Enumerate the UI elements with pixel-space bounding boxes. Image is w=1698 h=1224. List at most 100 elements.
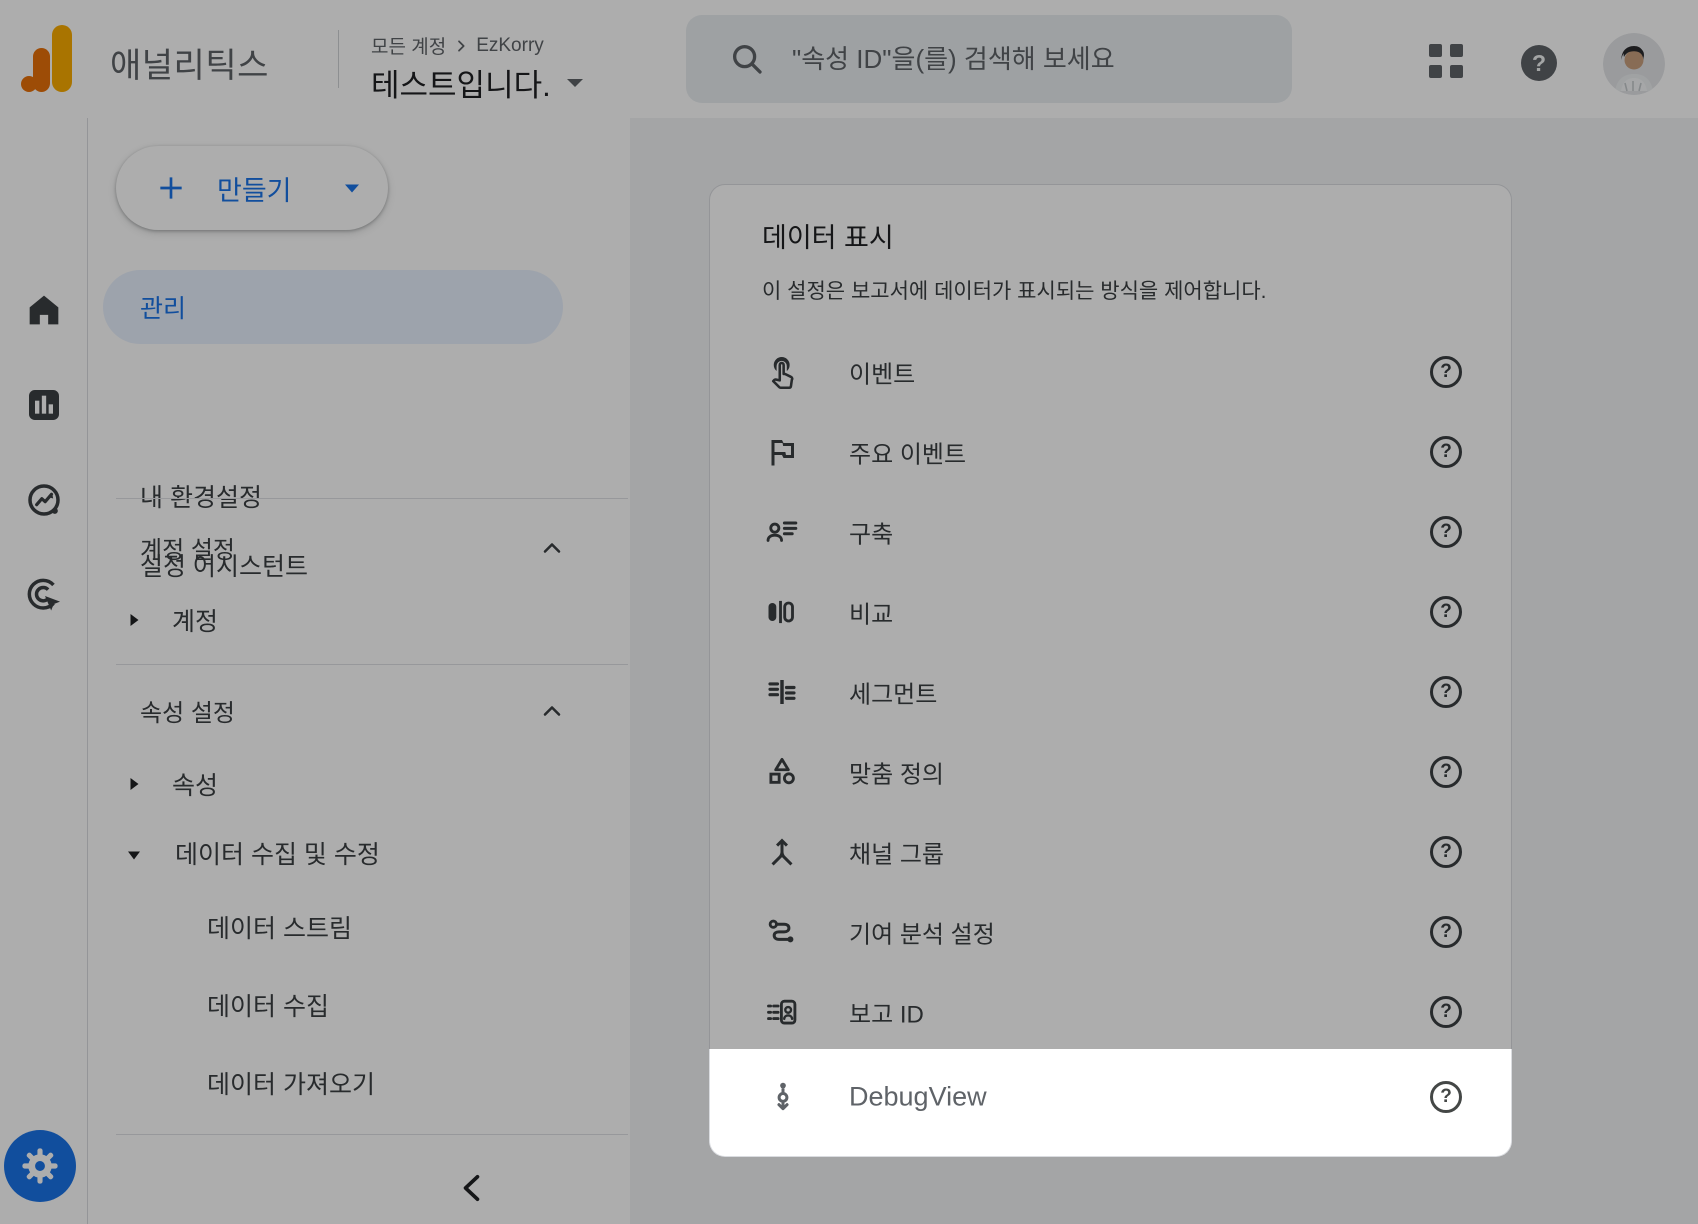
grid-square (1450, 44, 1463, 57)
admin-nav-panel: 만들기 관리 내 환경설정 설정 어시스턴트 계정 설정 계정 속성 설정 속성… (88, 118, 630, 1224)
help-icon[interactable]: ? (1430, 676, 1462, 708)
caret-right-icon[interactable] (126, 776, 142, 792)
settings-rows: 이벤트 ? 주요 이벤트 ? 구축 (710, 332, 1511, 1052)
row-reporting-identity[interactable]: 보고 ID ? (710, 972, 1511, 1052)
header-divider (338, 30, 339, 88)
advertising-icon[interactable] (24, 575, 64, 615)
data-display-card: 데이터 표시 이 설정은 보고서에 데이터가 표시되는 방식을 제어합니다. 이… (709, 184, 1512, 1157)
tree-item-label: 데이터 수집 및 수정 (175, 835, 380, 871)
card-title: 데이터 표시 (762, 216, 894, 255)
row-label: 세그먼트 (849, 675, 937, 710)
compare-icon (764, 594, 800, 630)
create-button[interactable]: 만들기 (116, 146, 388, 230)
tree-item-data-import[interactable]: 데이터 가져오기 (207, 1057, 375, 1109)
grid-square (1429, 44, 1442, 57)
help-icon[interactable]: ? (1430, 996, 1462, 1028)
flag-icon (764, 434, 800, 470)
row-label: 주요 이벤트 (849, 435, 966, 470)
help-icon[interactable]: ? (1430, 596, 1462, 628)
section-account-settings[interactable]: 계정 설정 (140, 521, 235, 573)
grid-square (1450, 65, 1463, 78)
breadcrumb-account[interactable]: EzKorry (476, 35, 544, 57)
tree-item-label: 데이터 가져오기 (207, 1065, 375, 1101)
touch-icon (764, 354, 800, 390)
tree-item-label: 데이터 스트림 (207, 909, 352, 945)
help-icon[interactable]: ? (1430, 516, 1462, 548)
admin-gear-button[interactable] (4, 1130, 76, 1202)
row-label: 보고 ID (849, 995, 924, 1030)
home-icon[interactable] (24, 290, 64, 330)
row-label: 비교 (849, 595, 893, 630)
diagnostics-grid-icon[interactable] (1429, 44, 1463, 78)
tree-item-data-collection[interactable]: 데이터 수집 및 수정 (126, 827, 380, 879)
breadcrumb-all-accounts[interactable]: 모든 계정 (371, 32, 446, 59)
row-debugview-highlighted[interactable]: DebugView ? (709, 1049, 1512, 1157)
help-icon[interactable]: ? (1430, 436, 1462, 468)
row-label: 맞춤 정의 (849, 755, 944, 790)
help-icon[interactable]: ? (1430, 836, 1462, 868)
shapes-icon (764, 754, 800, 790)
grid-square (1429, 65, 1442, 78)
reports-icon[interactable] (24, 385, 64, 425)
row-custom-definitions[interactable]: 맞춤 정의 ? (710, 732, 1511, 812)
explore-icon[interactable] (24, 480, 64, 520)
search-input[interactable] (790, 43, 1270, 76)
nav-divider (116, 664, 628, 665)
reporting-id-icon (764, 994, 800, 1030)
row-channel-groups[interactable]: 채널 그룹 ? (710, 812, 1511, 892)
tree-item-label: 계정 (172, 602, 218, 638)
chevron-up-icon[interactable] (538, 534, 566, 562)
property-name[interactable]: 테스트입니다. (371, 60, 551, 105)
nav-divider (116, 1134, 628, 1135)
product-name: 애널리틱스 (110, 38, 269, 87)
plus-icon (155, 172, 187, 204)
row-label: DebugView (849, 1082, 987, 1113)
search-icon (728, 40, 766, 78)
tree-item-data-streams[interactable]: 데이터 스트림 (207, 901, 352, 953)
create-button-label: 만들기 (217, 169, 292, 208)
nav-item-admin[interactable]: 관리 (103, 270, 563, 344)
chevron-right-icon (453, 38, 469, 54)
row-attribution-settings[interactable]: 기여 분석 설정 ? (710, 892, 1511, 972)
help-icon[interactable]: ? (1430, 916, 1462, 948)
caret-right-icon[interactable] (126, 612, 142, 628)
row-segments[interactable]: 세그먼트 ? (710, 652, 1511, 732)
card-subtitle: 이 설정은 보고서에 데이터가 표시되는 방식을 제어합니다. (762, 275, 1267, 305)
row-key-events[interactable]: 주요 이벤트 ? (710, 412, 1511, 492)
tree-item-label: 데이터 수집 (207, 987, 329, 1023)
tree-item-property[interactable]: 속성 (126, 758, 218, 810)
help-icon[interactable]: ? (1430, 756, 1462, 788)
gear-icon (18, 1144, 62, 1188)
search-bar[interactable] (686, 15, 1292, 103)
ga-admin-page: 애널리틱스 모든 계정 EzKorry 테스트입니다. ? (0, 0, 1698, 1224)
help-icon[interactable]: ? (1430, 1081, 1462, 1113)
attribution-icon (764, 914, 800, 950)
row-comparisons[interactable]: 비교 ? (710, 572, 1511, 652)
row-label: 기여 분석 설정 (849, 915, 995, 950)
segment-icon (764, 674, 800, 710)
app-header: 애널리틱스 모든 계정 EzKorry 테스트입니다. ? (0, 0, 1698, 118)
row-audiences[interactable]: 구축 ? (710, 492, 1511, 572)
caret-down-icon[interactable] (126, 847, 142, 863)
collapse-panel-icon[interactable] (455, 1170, 491, 1206)
audience-icon (764, 514, 800, 550)
property-switcher[interactable]: 테스트입니다. (371, 60, 585, 105)
tree-item-label: 속성 (172, 766, 218, 802)
row-label: 채널 그룹 (849, 835, 944, 870)
caret-down-icon[interactable] (565, 76, 585, 90)
chevron-up-icon[interactable] (538, 697, 566, 725)
analytics-logo-icon (21, 25, 72, 92)
tree-item-data-collection-sub[interactable]: 데이터 수집 (207, 979, 329, 1031)
nav-item-my-preferences[interactable]: 내 환경설정 (140, 470, 262, 522)
breadcrumb[interactable]: 모든 계정 EzKorry (371, 32, 544, 59)
help-button[interactable]: ? (1521, 45, 1557, 81)
help-icon[interactable]: ? (1430, 356, 1462, 388)
row-label: 구축 (849, 515, 893, 550)
user-avatar[interactable] (1603, 33, 1665, 95)
section-property-settings[interactable]: 속성 설정 (140, 684, 235, 736)
main-content: 데이터 표시 이 설정은 보고서에 데이터가 표시되는 방식을 제어합니다. 이… (630, 118, 1698, 1224)
row-events[interactable]: 이벤트 ? (710, 332, 1511, 412)
tree-item-account[interactable]: 계정 (126, 594, 218, 646)
row-label: 이벤트 (849, 355, 915, 390)
caret-down-icon[interactable] (344, 183, 360, 194)
